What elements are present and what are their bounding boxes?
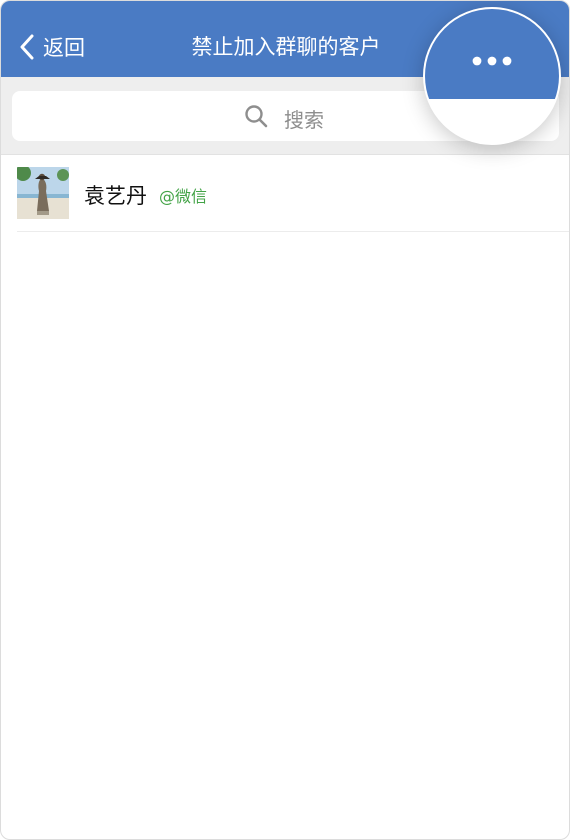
back-label: 返回 [43,36,85,60]
app-frame: 返回 禁止加入群聊的客户 搜索 袁艺丹 @微信 [0,0,570,840]
search-icon [245,105,268,128]
wechat-tag: @微信 [159,187,208,206]
avatar [17,167,69,219]
search-placeholder: 搜索 [284,108,324,132]
contact-name: 袁艺丹 [84,184,147,208]
chevron-left-icon [20,34,34,60]
more-horizontal-icon [472,56,512,66]
more-button[interactable] [425,9,559,143]
list-item[interactable]: 袁艺丹 @微信 [17,155,569,232]
more-button-magnifier [423,7,561,145]
page-title: 禁止加入群聊的客户 [191,35,381,59]
back-button[interactable]: 返回 [19,29,85,65]
